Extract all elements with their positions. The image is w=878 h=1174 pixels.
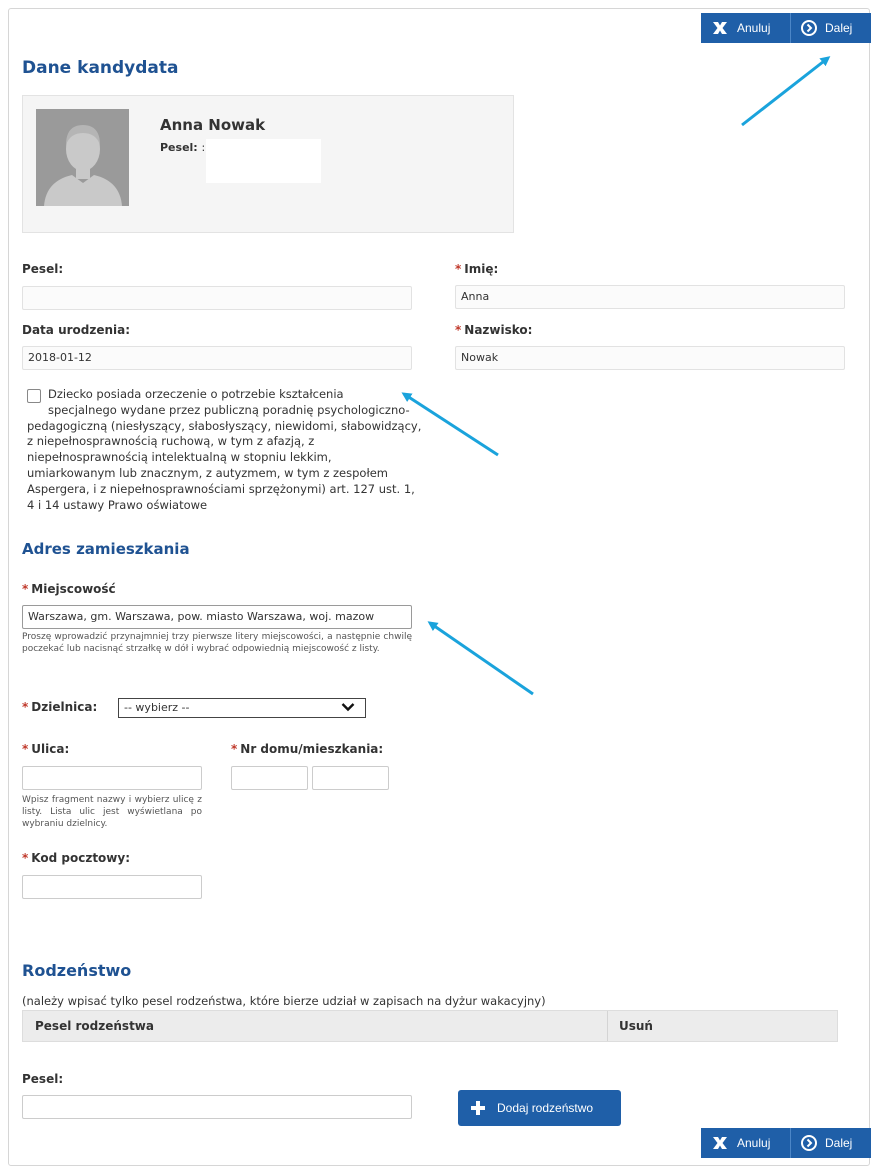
pesel-label: Pesel: <box>22 262 64 276</box>
candidate-pesel: Pesel: : <box>160 141 205 154</box>
siblings-note: (należy wpisać tylko pesel rodzeństwa, k… <box>22 994 546 1008</box>
house-number-input[interactable] <box>231 766 308 790</box>
candidate-card: Anna Nowak Pesel: : <box>22 95 514 233</box>
candidate-pesel-value: : <box>201 141 206 154</box>
required-mark: * <box>22 582 29 596</box>
avatar <box>36 109 129 206</box>
first-name-label: * Imię: <box>455 262 499 276</box>
next-button-bottom[interactable]: Dalej <box>791 1128 871 1158</box>
plus-icon <box>470 1100 486 1116</box>
column-header-pesel: Pesel rodzeństwa <box>35 1019 154 1033</box>
required-mark: * <box>231 742 238 756</box>
column-divider <box>607 1011 608 1041</box>
sibling-pesel-input[interactable] <box>22 1095 412 1119</box>
required-mark: * <box>455 262 462 276</box>
street-hint: Wpisz fragment nazwy i wybierz ulicę z l… <box>22 795 202 829</box>
street-label: * Ulica: <box>22 742 70 756</box>
postal-code-label: * Kod pocztowy: <box>22 851 130 865</box>
circle-arrow-right-icon <box>801 20 817 36</box>
cancel-label: Anuluj <box>737 21 771 35</box>
street-input[interactable] <box>22 766 202 790</box>
candidate-name: Anna Nowak <box>160 116 266 134</box>
next-button[interactable]: Dalej <box>791 13 871 43</box>
city-hint: Proszę wprowadzić przynajmniej trzy pier… <box>22 632 412 654</box>
city-input[interactable]: Warszawa, gm. Warszawa, pow. miasto Wars… <box>22 605 412 629</box>
birth-date-field[interactable]: 2018-01-12 <box>22 346 412 370</box>
add-sibling-button[interactable]: Dodaj rodzeństwo <box>458 1090 621 1126</box>
district-label: * Dzielnica: <box>22 700 98 714</box>
siblings-section-title: Rodzeństwo <box>22 961 132 980</box>
birth-date-label: Data urodzenia: <box>22 323 131 337</box>
cancel-label: Anuluj <box>737 1136 771 1150</box>
address-section-title: Adres zamieszkania <box>22 540 190 558</box>
next-label: Dalej <box>825 21 853 35</box>
column-header-remove: Usuń <box>619 1019 653 1033</box>
chevron-down-icon <box>341 701 355 716</box>
district-select[interactable]: -- wybierz -- <box>118 698 366 718</box>
house-number-label: * Nr domu/mieszkania: <box>231 742 384 756</box>
add-sibling-label: Dodaj rodzeństwo <box>497 1101 594 1115</box>
candidate-pesel-label: Pesel: <box>160 141 198 154</box>
special-needs-text: Dziecko posiada orzeczenie o potrzebie k… <box>27 387 422 512</box>
apartment-number-input[interactable] <box>312 766 389 790</box>
top-toolbar: Anuluj Dalej <box>701 13 871 43</box>
user-silhouette-icon <box>36 109 129 206</box>
close-icon <box>711 1136 729 1150</box>
last-name-label: * Nazwisko: <box>455 323 533 337</box>
redacted-area <box>206 139 321 183</box>
cancel-button-bottom[interactable]: Anuluj <box>701 1128 791 1158</box>
cancel-button[interactable]: Anuluj <box>701 13 791 43</box>
required-mark: * <box>455 323 462 337</box>
required-mark: * <box>22 700 29 714</box>
last-name-field[interactable]: Nowak <box>455 346 845 370</box>
sibling-pesel-label: Pesel: <box>22 1072 64 1086</box>
first-name-field[interactable]: Anna <box>455 285 845 309</box>
bottom-toolbar: Anuluj Dalej <box>701 1128 871 1158</box>
postal-code-input[interactable] <box>22 875 202 899</box>
close-icon <box>711 21 729 35</box>
circle-arrow-right-icon <box>801 1135 817 1151</box>
pesel-field[interactable] <box>22 286 412 310</box>
candidate-section-title: Dane kandydata <box>22 58 179 78</box>
special-needs-option[interactable]: Dziecko posiada orzeczenie o potrzebie k… <box>27 387 422 513</box>
city-label: * Miejscowość <box>22 582 116 596</box>
required-mark: * <box>22 851 29 865</box>
siblings-table-header: Pesel rodzeństwa Usuń <box>22 1010 838 1042</box>
required-mark: * <box>22 742 29 756</box>
special-needs-checkbox[interactable] <box>27 389 41 403</box>
next-label: Dalej <box>825 1136 853 1150</box>
